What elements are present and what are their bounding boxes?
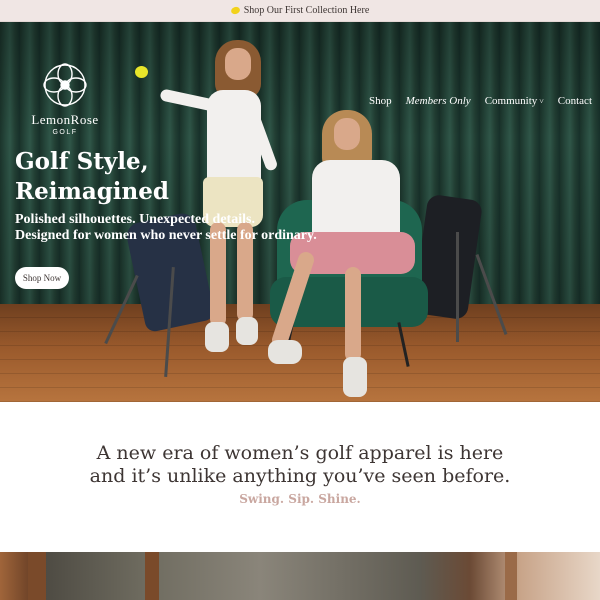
announcement-bar[interactable]: Shop Our First Collection Here bbox=[0, 0, 600, 22]
hero-subtext-line1: Polished silhouettes. Unexpected details… bbox=[15, 212, 255, 227]
nav-item-community-label: Community bbox=[484, 95, 538, 107]
golf-club bbox=[456, 232, 459, 342]
hero-headline: Golf Style, Reimagined bbox=[15, 147, 235, 207]
hero-section: LemonRose GOLF Shop Members Only Communi… bbox=[0, 22, 600, 402]
wood-beam bbox=[505, 552, 517, 600]
nav-item-contact[interactable]: Contact bbox=[558, 95, 592, 107]
rose-icon bbox=[43, 63, 87, 107]
figure-face bbox=[225, 48, 251, 80]
figure-shoe bbox=[236, 317, 258, 345]
next-section-image bbox=[0, 552, 600, 600]
figure-leg bbox=[345, 267, 361, 362]
logo-subtitle: GOLF bbox=[52, 129, 78, 136]
intro-tagline: Swing. Sip. Shine. bbox=[239, 492, 361, 506]
wood-beam bbox=[145, 552, 159, 600]
main-nav: Shop Members Only Community ˅ Contact bbox=[369, 95, 592, 107]
hero-headline-line1: Golf Style, bbox=[15, 148, 149, 175]
intro-line1: A new era of women’s golf apparel is her… bbox=[96, 442, 504, 464]
announcement-text[interactable]: Shop Our First Collection Here bbox=[244, 5, 370, 16]
logo-name: LemonRose bbox=[31, 112, 99, 127]
figure-shoe bbox=[268, 340, 302, 364]
brand-logo[interactable]: LemonRose GOLF bbox=[18, 62, 112, 136]
nav-item-shop[interactable]: Shop bbox=[369, 95, 392, 107]
hero-subtext: Polished silhouettes. Unexpected details… bbox=[15, 212, 365, 244]
figure-shoe bbox=[343, 357, 367, 397]
shop-now-button[interactable]: Shop Now bbox=[15, 267, 69, 289]
figure-shoe bbox=[205, 322, 229, 352]
figure-face bbox=[334, 118, 360, 150]
nav-item-members-only[interactable]: Members Only bbox=[406, 95, 471, 107]
hero-subtext-line2: Designed for women who never settle for … bbox=[15, 228, 317, 243]
wood-beam bbox=[28, 552, 46, 600]
nav-item-community[interactable]: Community ˅ bbox=[485, 95, 544, 107]
intro-title: A new era of women’s golf apparel is her… bbox=[0, 442, 600, 488]
intro-line2: and it’s unlike anything you’ve seen bef… bbox=[89, 465, 511, 487]
lemon-icon bbox=[229, 5, 241, 16]
intro-section: A new era of women’s golf apparel is her… bbox=[0, 402, 600, 552]
hero-headline-line2: Reimagined bbox=[15, 178, 169, 205]
lemon-ball bbox=[135, 66, 148, 78]
chevron-down-icon: ˅ bbox=[539, 97, 544, 106]
